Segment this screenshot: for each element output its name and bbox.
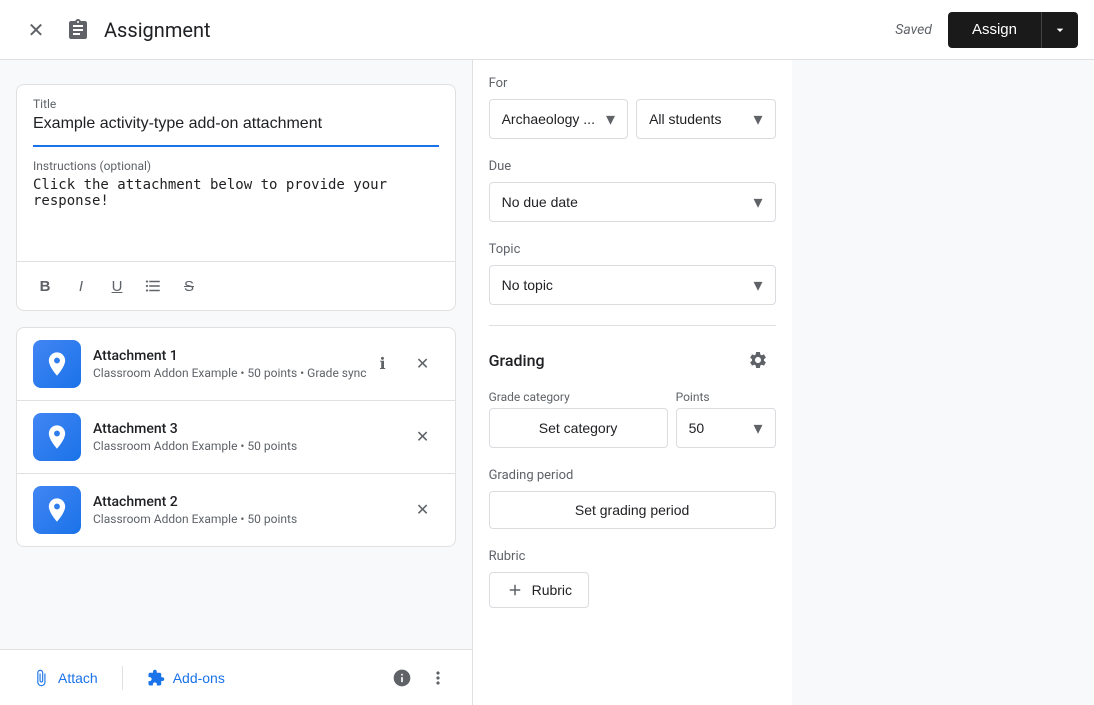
attachment-2-meta: Classroom Addon Example • 50 points xyxy=(93,512,407,526)
attachment-1-info-button[interactable]: ℹ xyxy=(367,348,399,380)
topic-label: Topic xyxy=(489,242,776,257)
students-value: All students xyxy=(649,111,721,127)
attachment-3-name: Attachment 3 xyxy=(93,421,407,437)
topic-dropdown[interactable]: No topic ▾ xyxy=(489,265,776,305)
addons-more-button[interactable] xyxy=(420,660,456,696)
scrollable-content: Title Instructions (optional) Click the … xyxy=(0,60,472,649)
attachment-3-remove-button[interactable]: ✕ xyxy=(407,421,439,453)
attachment-2-info: Attachment 2 Classroom Addon Example • 5… xyxy=(93,494,407,526)
list-button[interactable] xyxy=(137,270,169,302)
grading-header: Grading xyxy=(489,342,776,378)
attach-label: Attach xyxy=(58,670,98,686)
attachment-1-remove-button[interactable]: ✕ xyxy=(407,348,439,380)
grade-category-row: Grade category Set category Points 50 ▾ xyxy=(489,390,776,448)
due-label: Due xyxy=(489,159,776,174)
table-row: Attachment 1 Classroom Addon Example • 5… xyxy=(17,328,455,401)
left-panel: Title Instructions (optional) Click the … xyxy=(0,60,472,705)
title-label: Title xyxy=(33,97,439,111)
formatting-toolbar: B I U S xyxy=(17,261,455,310)
students-dropdown[interactable]: All students ▾ xyxy=(636,99,776,139)
attach-button[interactable]: Attach xyxy=(16,660,114,696)
grading-period-label: Grading period xyxy=(489,468,776,483)
assignment-icon xyxy=(60,12,96,48)
attachments-card: Attachment 1 Classroom Addon Example • 5… xyxy=(16,327,456,547)
attachment-1-icon xyxy=(33,340,81,388)
title-section: Title xyxy=(17,85,455,145)
topic-chevron-icon: ▾ xyxy=(754,275,763,296)
due-section: Due No due date ▾ xyxy=(489,159,776,222)
attachment-1-name: Attachment 1 xyxy=(93,348,367,364)
instructions-input[interactable]: Click the attachment below to provide yo… xyxy=(33,177,439,257)
points-col: Points 50 ▾ xyxy=(676,390,776,448)
students-chevron-icon: ▾ xyxy=(754,109,763,130)
points-chevron-icon: ▾ xyxy=(754,418,763,439)
attachment-3-meta: Classroom Addon Example • 50 points xyxy=(93,439,407,453)
due-date-dropdown[interactable]: No due date ▾ xyxy=(489,182,776,222)
attachment-3-icon xyxy=(33,413,81,461)
points-dropdown[interactable]: 50 ▾ xyxy=(676,408,776,448)
bottom-bar: Attach Add-ons xyxy=(0,649,472,705)
bottom-divider xyxy=(122,666,123,690)
addons-button[interactable]: Add-ons xyxy=(131,660,241,696)
italic-button[interactable]: I xyxy=(65,270,97,302)
main-layout: Title Instructions (optional) Click the … xyxy=(0,60,1094,705)
right-panel: For Archaeology ... ▾ All students ▾ Due… xyxy=(472,60,792,705)
strikethrough-button[interactable]: S xyxy=(173,270,205,302)
addons-label: Add-ons xyxy=(173,670,225,686)
underline-button[interactable]: U xyxy=(101,270,133,302)
assign-dropdown-button[interactable] xyxy=(1041,12,1078,48)
page-title: Assignment xyxy=(104,18,895,42)
attachment-3-info: Attachment 3 Classroom Addon Example • 5… xyxy=(93,421,407,453)
add-rubric-label: Rubric xyxy=(532,582,572,598)
bold-button[interactable]: B xyxy=(29,270,61,302)
points-value: 50 xyxy=(689,420,705,436)
grading-period-section: Grading period Set grading period xyxy=(489,468,776,529)
set-grading-period-button[interactable]: Set grading period xyxy=(489,491,776,529)
set-category-button[interactable]: Set category xyxy=(489,408,668,448)
instructions-section: Instructions (optional) Click the attach… xyxy=(17,147,455,261)
attachment-2-name: Attachment 2 xyxy=(93,494,407,510)
table-row: Attachment 2 Classroom Addon Example • 5… xyxy=(17,474,455,546)
instructions-label: Instructions (optional) xyxy=(33,159,439,173)
grading-section: Grading Grade category Set category Poin… xyxy=(489,342,776,448)
for-row: Archaeology ... ▾ All students ▾ xyxy=(489,99,776,139)
for-section: For Archaeology ... ▾ All students ▾ xyxy=(489,76,776,139)
attachment-1-meta: Classroom Addon Example • 50 points • Gr… xyxy=(93,366,367,380)
assign-button[interactable]: Assign xyxy=(948,12,1041,48)
add-rubric-button[interactable]: Rubric xyxy=(489,572,589,608)
topic-value: No topic xyxy=(502,277,553,293)
grading-settings-button[interactable] xyxy=(740,342,776,378)
due-chevron-icon: ▾ xyxy=(754,192,763,213)
section-divider xyxy=(489,325,776,326)
attachment-2-actions: ✕ xyxy=(407,494,439,526)
header: ✕ Assignment Saved Assign xyxy=(0,0,1094,60)
class-dropdown[interactable]: Archaeology ... ▾ xyxy=(489,99,629,139)
close-button[interactable]: ✕ xyxy=(16,10,56,50)
rubric-section: Rubric Rubric xyxy=(489,549,776,608)
table-row: Attachment 3 Classroom Addon Example • 5… xyxy=(17,401,455,474)
class-value: Archaeology ... xyxy=(502,111,595,127)
attachment-1-info: Attachment 1 Classroom Addon Example • 5… xyxy=(93,348,367,380)
assignment-details-card: Title Instructions (optional) Click the … xyxy=(16,84,456,311)
saved-status: Saved xyxy=(895,22,932,38)
title-input[interactable] xyxy=(33,115,439,137)
due-value: No due date xyxy=(502,194,578,210)
attachment-3-actions: ✕ xyxy=(407,421,439,453)
grade-category-label: Grade category xyxy=(489,390,668,404)
topic-section: Topic No topic ▾ xyxy=(489,242,776,305)
attachment-2-icon xyxy=(33,486,81,534)
points-label: Points xyxy=(676,390,776,404)
rubric-label: Rubric xyxy=(489,549,776,564)
for-label: For xyxy=(489,76,776,91)
grading-title: Grading xyxy=(489,351,545,370)
attachment-1-actions: ℹ ✕ xyxy=(367,348,439,380)
addons-info-button[interactable] xyxy=(384,660,420,696)
class-chevron-icon: ▾ xyxy=(606,109,615,130)
grade-category-col: Grade category Set category xyxy=(489,390,668,448)
attachment-2-remove-button[interactable]: ✕ xyxy=(407,494,439,526)
